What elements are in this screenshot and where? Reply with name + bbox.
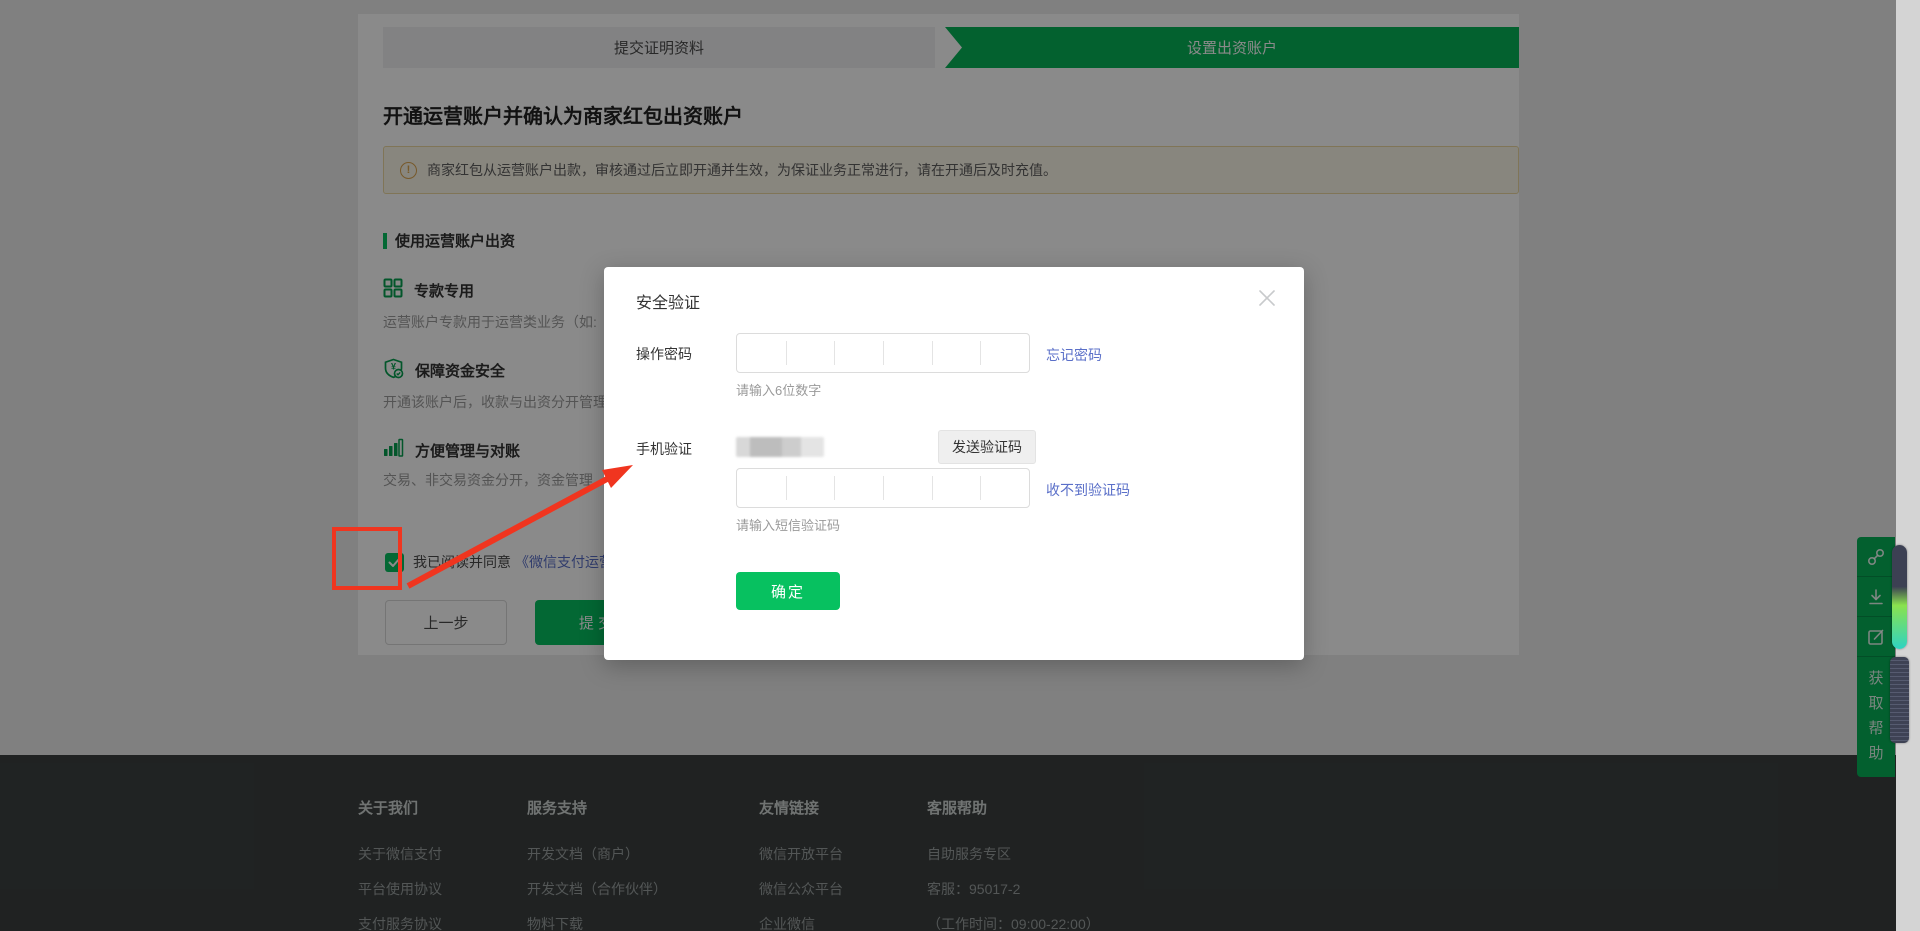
- sms-helper-text: 请输入短信验证码: [736, 515, 840, 534]
- phone-verification-label: 手机验证: [636, 439, 692, 459]
- modal-title: 安全验证: [636, 289, 700, 313]
- scrollbar-track[interactable]: [1896, 0, 1920, 931]
- scroll-progress-indicator: [1892, 545, 1907, 649]
- send-code-button[interactable]: 发送验证码: [938, 430, 1036, 464]
- password-label: 操作密码: [636, 344, 692, 364]
- masked-phone-number: [736, 437, 824, 457]
- scrollbar-thumb[interactable]: [1890, 657, 1909, 743]
- forgot-password-link[interactable]: 忘记密码: [1046, 345, 1102, 365]
- close-icon[interactable]: [1256, 287, 1278, 309]
- password-code-input[interactable]: [736, 333, 1030, 373]
- password-helper-text: 请输入6位数字: [736, 380, 821, 399]
- no-code-received-link[interactable]: 收不到验证码: [1046, 480, 1130, 500]
- sms-code-input[interactable]: [736, 468, 1030, 508]
- security-verification-modal: 安全验证 操作密码 忘记密码 请输入6位数字 手机验证 发送验证码 收不到验证码…: [604, 267, 1304, 660]
- confirm-button[interactable]: 确定: [736, 572, 840, 610]
